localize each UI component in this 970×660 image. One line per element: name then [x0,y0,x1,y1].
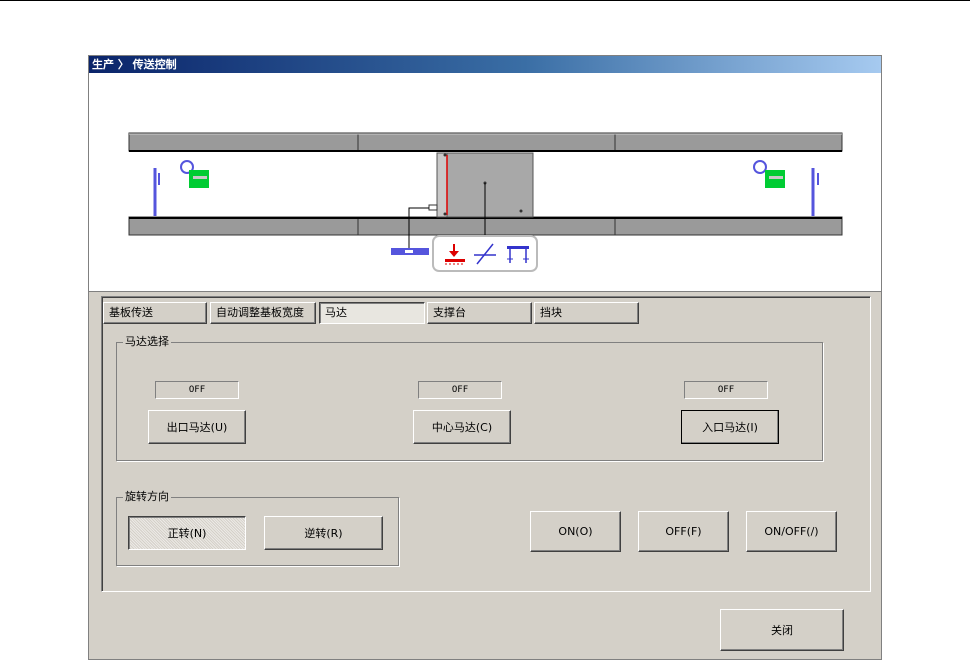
close-button[interactable]: 关闭 [720,609,844,651]
tool-icon-box [432,235,538,272]
rotation-group: 旋转方向 正转(N) 逆转(R) [116,490,399,566]
window-title: 生产 〉 传送控制 [89,56,881,73]
entry-motor-status: OFF [684,381,768,399]
conveyor-control-window: 生产 〉 传送控制 基板传送 自动调整基板宽度 马达 支撑台 挡块 马达选择 O… [88,55,882,660]
motor-select-group: 马达选择 OFF 出口马达(U) OFF 中心马达(C) OFF 入口马达(I) [116,335,823,461]
rotation-title: 旋转方向 [123,490,171,504]
exit-motor-button[interactable]: 出口马达(U) [148,410,246,444]
onoff-button[interactable]: ON/OFF(/) [746,511,837,552]
top-rail [128,132,843,152]
motor-panel: 马达选择 OFF 出口马达(U) OFF 中心马达(C) OFF 入口马达(I)… [101,296,871,592]
reverse-button[interactable]: 逆转(R) [264,516,383,550]
conveyor-diagram-graphic [128,132,843,272]
top-border-line [0,0,970,1]
on-button[interactable]: ON(O) [530,511,621,552]
off-button[interactable]: OFF(F) [638,511,729,552]
forward-button[interactable]: 正转(N) [128,516,246,550]
right-sensor [753,160,819,216]
motor-select-title: 马达选择 [123,335,171,349]
legend-bar-icon [391,248,429,255]
conveyor-diagram [89,73,881,292]
center-motor-button[interactable]: 中心马达(C) [413,410,511,444]
exit-motor-status: OFF [155,381,239,399]
center-motor-status: OFF [418,381,502,399]
left-sensor [153,160,209,216]
entry-motor-button[interactable]: 入口马达(I) [681,410,779,444]
